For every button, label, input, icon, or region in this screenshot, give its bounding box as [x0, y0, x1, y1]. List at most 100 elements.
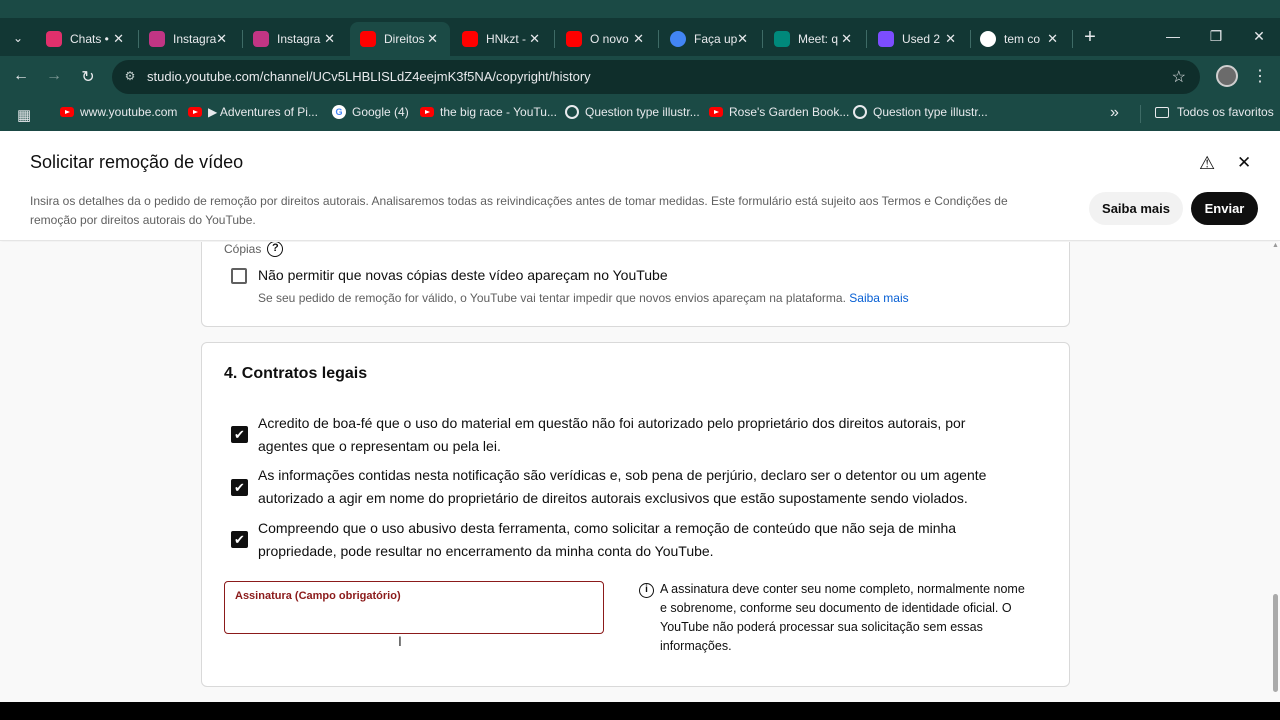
tab-used[interactable]: Used 2 ✕	[868, 22, 968, 56]
tab-tem-co[interactable]: tem co ✕	[970, 22, 1070, 56]
prevent-copies-helper: Se seu pedido de remoção for válido, o Y…	[258, 291, 909, 305]
globe-icon	[853, 105, 867, 119]
new-tab-icon[interactable]: +	[1078, 26, 1102, 49]
tab-strip: ⌄ Chats • ✕ Instagram ✕ Instagram ✕ Dire…	[0, 18, 1280, 56]
tab-search-chevron-icon[interactable]: ⌄	[6, 26, 30, 50]
tab-title: Used 2	[902, 32, 941, 46]
tab-o-novo[interactable]: O novo ✕	[556, 22, 656, 56]
close-tab-icon[interactable]: ✕	[113, 31, 124, 47]
agreement-checkbox-1[interactable]: ✔	[231, 426, 248, 443]
close-tab-icon[interactable]: ✕	[633, 31, 644, 47]
close-tab-icon[interactable]: ✕	[1047, 31, 1058, 47]
google-icon: G	[332, 105, 346, 119]
close-tab-icon[interactable]: ✕	[216, 31, 227, 47]
close-tab-icon[interactable]: ✕	[945, 31, 956, 47]
reload-icon[interactable]: ↻	[77, 67, 99, 87]
feedback-icon[interactable]: ⚠	[1199, 153, 1215, 174]
helper-text: Se seu pedido de remoção for válido, o Y…	[258, 291, 846, 305]
more-bookmarks-icon[interactable]: »	[1110, 104, 1119, 122]
youtube-icon	[566, 31, 582, 47]
address-bar[interactable]: ⚙ studio.youtube.com/channel/UCv5LHBLISL…	[112, 60, 1200, 94]
learn-more-link[interactable]: Saiba mais	[849, 291, 908, 305]
tab-chats[interactable]: Chats • ✕	[36, 22, 136, 56]
tab-meet[interactable]: Meet: q ✕	[764, 22, 864, 56]
tab-hnkzt[interactable]: HNkzt - ✕	[452, 22, 552, 56]
close-tab-icon[interactable]: ✕	[737, 31, 748, 47]
scrollbar[interactable]: ▲	[1270, 242, 1280, 702]
back-icon[interactable]: ←	[10, 67, 32, 85]
tab-title: O novo	[590, 32, 629, 46]
youtube-icon	[60, 107, 74, 117]
forward-icon[interactable]: →	[43, 67, 65, 85]
close-dialog-icon[interactable]: ✕	[1237, 153, 1251, 173]
help-icon[interactable]: ?	[267, 242, 284, 257]
youtube-icon	[462, 31, 478, 47]
bookmark-star-icon[interactable]: ☆	[1172, 67, 1186, 87]
section-title: 4. Contratos legais	[224, 365, 368, 382]
chrome-icon	[670, 31, 686, 47]
youtube-icon	[420, 107, 434, 117]
bookmark-item[interactable]: the big race - YouTu...	[420, 105, 557, 119]
apps-grid-icon[interactable]: ▦	[17, 106, 31, 124]
dialog-header: Solicitar remoção de vídeo Insira os det…	[0, 131, 1280, 241]
youtube-icon	[709, 107, 723, 117]
close-window-icon[interactable]: ✕	[1244, 28, 1274, 45]
bookmark-item[interactable]: www.youtube.com	[60, 105, 177, 119]
submit-button[interactable]: Enviar	[1191, 192, 1258, 225]
page-description: Insira os detalhes da o pedido de remoçã…	[30, 194, 1008, 227]
bottom-border	[0, 702, 1280, 720]
agreement-checkbox-3[interactable]: ✔	[231, 531, 248, 548]
instagram-icon	[253, 31, 269, 47]
close-tab-icon[interactable]: ✕	[841, 31, 852, 47]
scrollbar-thumb[interactable]	[1273, 594, 1278, 692]
tab-title: Meet: q	[798, 32, 839, 46]
tab-title: HNkzt -	[486, 32, 526, 46]
prevent-copies-checkbox[interactable]	[231, 268, 247, 284]
tab-instagram-1[interactable]: Instagram ✕	[139, 22, 239, 56]
bookmark-label: Question type illustr...	[585, 105, 700, 119]
bookmark-item[interactable]: G Google (4)	[332, 105, 409, 119]
tab-instagram-2[interactable]: Instagram ✕	[243, 22, 347, 56]
copies-label-row: Cópias ?	[224, 242, 284, 257]
browser-chrome: ⌄ Chats • ✕ Instagram ✕ Instagram ✕ Dire…	[0, 0, 1280, 131]
meet-icon	[774, 31, 790, 47]
youtube-icon	[188, 107, 202, 117]
bookmark-item[interactable]: Question type illustr...	[565, 105, 700, 119]
profile-avatar[interactable]	[1216, 65, 1238, 87]
bookmark-label: Question type illustr...	[873, 105, 988, 119]
signature-label: Assinatura (Campo obrigatório)	[235, 590, 401, 602]
scroll-up-icon[interactable]: ▲	[1272, 242, 1279, 249]
bookmark-label: Google (4)	[352, 105, 409, 119]
all-bookmarks-folder[interactable]: Todos os favoritos	[1155, 105, 1274, 119]
bookmarks-bar: ▦ www.youtube.com ▶ Adventures of Pi... …	[0, 98, 1280, 131]
globe-icon	[565, 105, 579, 119]
text-cursor-icon: I	[398, 633, 402, 649]
agreement-text-3: Compreendo que o uso abusivo desta ferra…	[258, 520, 957, 559]
instagram-icon	[149, 31, 165, 47]
legal-agreements-card: 4. Contratos legais ✔ Acredito de boa-fé…	[201, 342, 1070, 687]
page-title: Solicitar remoção de vídeo	[30, 152, 244, 172]
close-tab-icon[interactable]: ✕	[427, 31, 438, 47]
bookmark-label: Rose's Garden Book...	[729, 105, 850, 119]
bookmark-label: ▶ Adventures of Pi...	[208, 105, 318, 119]
kebab-menu-icon[interactable]: ⋮	[1252, 66, 1268, 86]
bookmark-label: the big race - YouTu...	[440, 105, 557, 119]
tab-direitos[interactable]: Direitos ✕	[350, 22, 450, 56]
close-tab-icon[interactable]: ✕	[529, 31, 540, 47]
agreement-checkbox-2[interactable]: ✔	[231, 479, 248, 496]
minimize-icon[interactable]: —	[1158, 28, 1188, 44]
signature-field[interactable]: Assinatura (Campo obrigatório)	[224, 581, 604, 634]
restore-icon[interactable]: ❐	[1201, 28, 1231, 45]
tab-faca-upload[interactable]: Faça up ✕	[660, 22, 760, 56]
copies-label: Cópias	[224, 242, 262, 256]
site-info-icon[interactable]: ⚙	[122, 69, 138, 85]
copies-card: Cópias ? Não permitir que novas cópias d…	[201, 242, 1070, 327]
app-icon	[878, 31, 894, 47]
learn-more-button[interactable]: Saiba mais	[1089, 192, 1183, 225]
bookmark-item[interactable]: ▶ Adventures of Pi...	[188, 105, 318, 119]
close-tab-icon[interactable]: ✕	[324, 31, 335, 47]
tab-title: Faça up	[694, 32, 738, 46]
bookmark-item[interactable]: Question type illustr...	[853, 105, 988, 119]
agreement-text-2: As informações contidas nesta notificaçã…	[258, 467, 987, 506]
bookmark-item[interactable]: Rose's Garden Book...	[709, 105, 849, 119]
